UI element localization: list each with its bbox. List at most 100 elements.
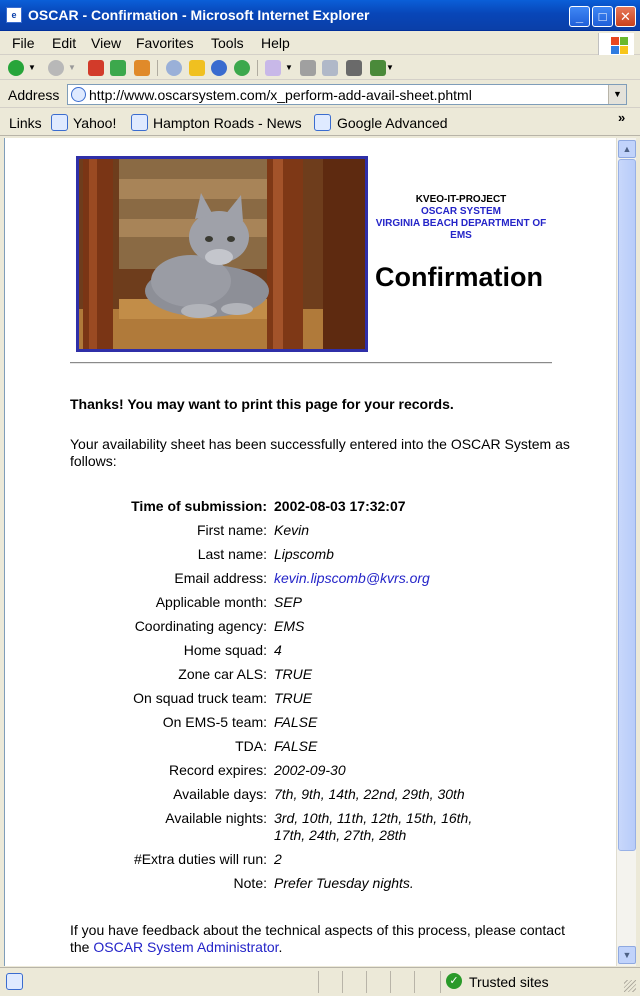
menu-edit[interactable]: Edit xyxy=(52,35,76,51)
trusted-sites-check-icon: ✓ xyxy=(446,973,462,989)
detail-label: Coordinating agency: xyxy=(134,618,267,634)
detail-label: Email address: xyxy=(174,570,267,586)
windows-logo-icon xyxy=(598,33,634,55)
detail-value: EMS xyxy=(274,618,305,634)
resize-grip-icon[interactable] xyxy=(624,980,636,992)
search-icon[interactable] xyxy=(166,60,182,76)
detail-value: 4 xyxy=(274,642,282,658)
messenger-dropdown-icon[interactable]: ▼ xyxy=(386,60,396,76)
detail-value: 7th, 9th, 14th, 22nd, 29th, 30th xyxy=(274,786,465,802)
detail-value: TRUE xyxy=(274,666,313,682)
detail-value: SEP xyxy=(274,594,303,610)
back-icon[interactable] xyxy=(8,60,24,76)
org-project: KVEO-IT-PROJECT xyxy=(415,194,507,205)
page-title: Confirmation xyxy=(375,262,543,292)
detail-label: Home squad: xyxy=(183,642,267,658)
divider xyxy=(70,362,552,364)
detail-label: #Extra duties will run: xyxy=(133,851,267,867)
scroll-up-icon[interactable]: ▲ xyxy=(618,140,636,158)
status-pane xyxy=(366,971,367,993)
address-url[interactable]: http://www.oscarsystem.com/x_perform-add… xyxy=(89,87,472,103)
status-pane xyxy=(414,971,415,993)
mail-icon[interactable] xyxy=(265,60,281,76)
print-icon[interactable] xyxy=(300,60,316,76)
maximize-button[interactable]: □ xyxy=(592,6,613,27)
link-hampton-roads-news[interactable]: Hampton Roads - News xyxy=(153,115,302,131)
detail-label: Time of submission: xyxy=(131,498,267,514)
address-bar: Address http://www.oscarsystem.com/x_per… xyxy=(0,81,640,108)
status-pane xyxy=(318,971,319,993)
close-button[interactable]: ✕ xyxy=(615,6,636,27)
ie-page-icon[interactable]: e xyxy=(6,7,22,23)
forward-icon[interactable] xyxy=(48,60,64,76)
toolbar-separator xyxy=(157,60,158,76)
detail-label: Available nights: xyxy=(165,810,267,826)
page-content: KVEO-IT-PROJECT OSCAR SYSTEM VIRGINIA BE… xyxy=(4,138,616,966)
vertical-scrollbar[interactable]: ▲ ▼ xyxy=(616,138,636,966)
menu-tools[interactable]: Tools xyxy=(211,35,244,51)
feedback-suffix: . xyxy=(278,939,283,955)
status-bar: ✓ Trusted sites xyxy=(0,967,640,996)
intro-text: Your availability sheet has been success… xyxy=(70,436,570,469)
address-dropdown-icon[interactable]: ▼ xyxy=(608,85,626,104)
menu-view[interactable]: View xyxy=(91,35,121,51)
back-dropdown-icon[interactable]: ▼ xyxy=(28,60,38,76)
detail-value: 2 xyxy=(274,851,282,867)
link-page-icon xyxy=(131,114,148,131)
status-pane xyxy=(390,971,391,993)
detail-label: On EMS-5 team: xyxy=(162,714,267,730)
detail-value: Prefer Tuesday nights. xyxy=(274,875,414,891)
home-icon[interactable] xyxy=(134,60,150,76)
mail-dropdown-icon[interactable]: ▼ xyxy=(285,60,295,76)
menu-bar: File Edit View Favorites Tools Help xyxy=(0,31,640,55)
discuss-icon[interactable] xyxy=(346,60,362,76)
link-google-advanced[interactable]: Google Advanced xyxy=(337,115,448,131)
forward-dropdown-icon[interactable]: ▼ xyxy=(68,60,78,76)
detail-label: TDA: xyxy=(235,738,267,754)
menu-help[interactable]: Help xyxy=(261,35,290,51)
detail-value: FALSE xyxy=(274,714,318,730)
refresh-icon[interactable] xyxy=(110,60,126,76)
stop-icon[interactable] xyxy=(88,60,104,76)
scroll-thumb[interactable] xyxy=(618,159,636,851)
detail-label: Note: xyxy=(233,875,267,891)
detail-value: TRUE xyxy=(274,690,313,706)
menu-favorites[interactable]: Favorites xyxy=(136,35,194,51)
status-pane xyxy=(440,971,441,993)
detail-value: Lipscomb xyxy=(274,546,334,562)
detail-label: Last name: xyxy=(197,546,267,562)
link-yahoo[interactable]: Yahoo! xyxy=(73,115,116,131)
standard-toolbar: ▼ ▼ ▼ ▼ xyxy=(0,56,640,80)
email-link[interactable]: kevin.lipscomb@kvrs.org xyxy=(274,570,430,587)
detail-label: Record expires: xyxy=(168,762,267,778)
detail-value: Kevin xyxy=(274,522,310,538)
links-bar: Links Yahoo! Hampton Roads - News Google… xyxy=(0,109,640,136)
detail-label: Zone car ALS: xyxy=(178,666,267,682)
detail-value-line1: 3rd, 10th, 11th, 12th, 15th, 16th, xyxy=(274,810,473,826)
history-icon[interactable] xyxy=(234,60,250,76)
more-links-chevron-icon[interactable]: » xyxy=(618,110,625,125)
org-system: OSCAR SYSTEM xyxy=(420,206,501,217)
minimize-button[interactable]: _ xyxy=(569,6,590,27)
links-label: Links xyxy=(9,115,42,131)
security-zone: Trusted sites xyxy=(469,974,549,990)
edit-icon[interactable] xyxy=(322,60,338,76)
detail-label: Applicable month: xyxy=(155,594,267,610)
page-status-icon xyxy=(6,973,23,990)
window-title: OSCAR - Confirmation - Microsoft Interne… xyxy=(28,7,370,23)
admin-link[interactable]: OSCAR System Administrator xyxy=(93,939,278,955)
detail-value-line2: 17th, 24th, 27th, 28th xyxy=(274,827,407,843)
scroll-down-icon[interactable]: ▼ xyxy=(618,946,636,964)
page-icon xyxy=(71,87,86,102)
media-icon[interactable] xyxy=(211,60,227,76)
detail-label: On squad truck team: xyxy=(133,690,267,706)
messenger-icon[interactable] xyxy=(370,60,386,76)
detail-value: FALSE xyxy=(274,738,318,754)
org-department: VIRGINIA BEACH DEPARTMENT OF EMS xyxy=(375,218,547,241)
favorites-star-icon[interactable] xyxy=(189,60,205,76)
status-pane xyxy=(342,971,343,993)
menu-file[interactable]: File xyxy=(12,35,35,51)
detail-value: 2002-08-03 17:32:07 xyxy=(274,498,406,514)
org-header: KVEO-IT-PROJECT OSCAR SYSTEM VIRGINIA BE… xyxy=(371,194,551,242)
address-input[interactable]: http://www.oscarsystem.com/x_perform-add… xyxy=(67,84,627,105)
